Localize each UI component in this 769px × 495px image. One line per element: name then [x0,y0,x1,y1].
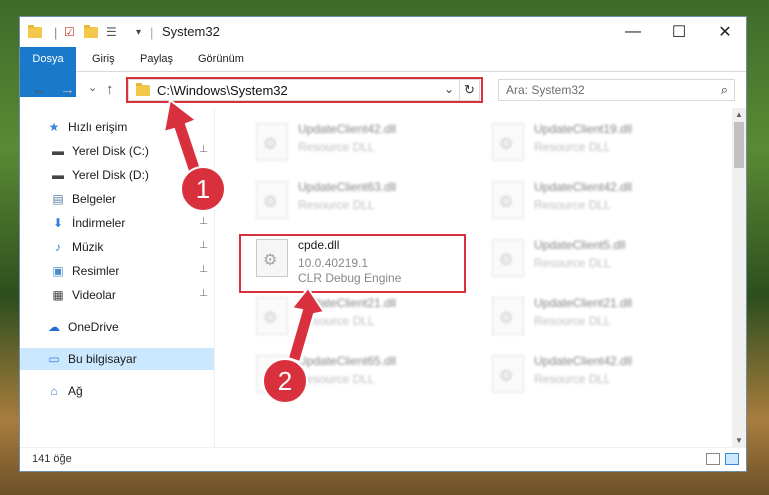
arrow-2 [286,286,326,364]
annotation-arrows [162,98,326,364]
callout-1: 1 [180,166,226,212]
callout-2: 2 [262,358,308,404]
arrow-1 [162,98,204,179]
